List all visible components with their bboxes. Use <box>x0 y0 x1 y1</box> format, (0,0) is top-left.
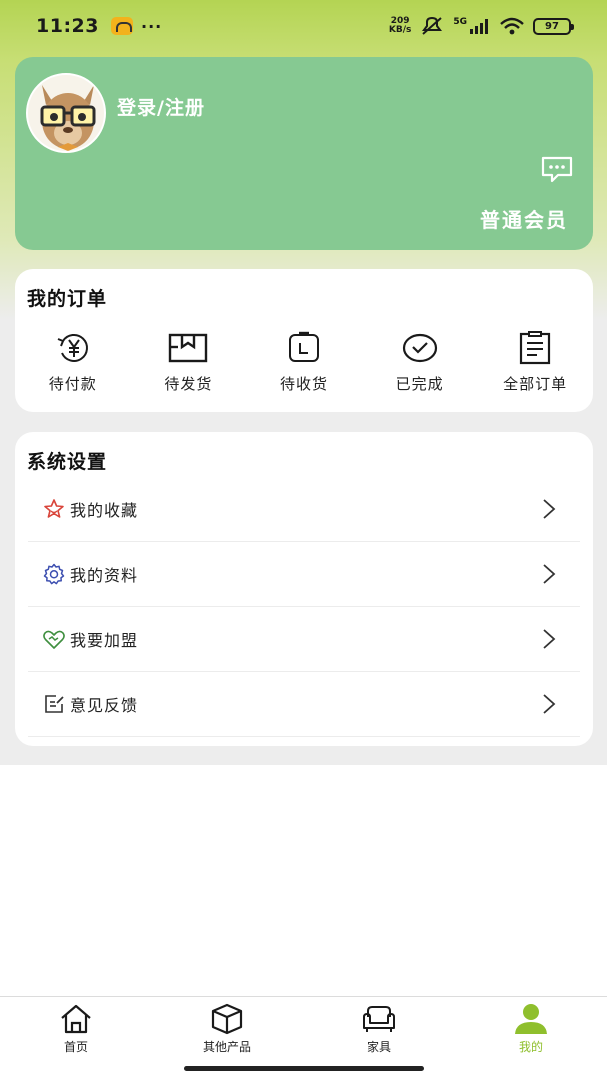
avatar[interactable] <box>26 73 106 153</box>
package-box-icon <box>169 333 208 363</box>
delivery-receive-icon <box>288 331 319 362</box>
order-status-row: 待付款 待发货 待收货 已完成 全部订单 <box>15 331 593 394</box>
handshake-heart-icon <box>43 630 65 649</box>
user-icon <box>515 1004 547 1034</box>
nav-mine-label: 我的 <box>518 1040 543 1054</box>
status-time: 11:23 <box>36 15 99 37</box>
status-indicators: 209 KB/s 5G 97 <box>389 16 574 36</box>
login-register-link[interactable]: 登录/注册 <box>117 93 205 120</box>
order-pending-payment[interactable]: 待付款 <box>15 331 131 394</box>
chevron-right-icon <box>543 629 556 649</box>
setting-profile[interactable]: 我的资料 <box>28 542 580 607</box>
order-all-label: 全部订单 <box>503 375 568 393</box>
wifi-icon <box>500 17 524 35</box>
nav-home-label: 首页 <box>63 1040 88 1054</box>
nav-mine[interactable]: 我的 <box>481 1003 581 1055</box>
gear-icon <box>43 563 65 585</box>
app-notification-icon <box>110 17 133 35</box>
order-completed-label: 已完成 <box>395 375 444 393</box>
chevron-right-icon <box>543 694 556 714</box>
setting-franchise-label: 我要加盟 <box>70 631 139 650</box>
setting-franchise[interactable]: 我要加盟 <box>28 607 580 672</box>
setting-feedback[interactable]: 意见反馈 <box>28 672 580 737</box>
system-settings-title: 系统设置 <box>27 451 108 473</box>
nav-home[interactable]: 首页 <box>26 1003 126 1055</box>
home-indicator[interactable] <box>184 1066 424 1071</box>
status-bar: 11:23 ··· 209 KB/s 5G 97 <box>0 0 607 52</box>
setting-favorites[interactable]: 我的收藏 <box>28 477 580 542</box>
yen-payment-icon <box>57 334 88 362</box>
sofa-icon <box>363 1006 395 1032</box>
chevron-right-icon <box>543 564 556 584</box>
order-pending-shipment[interactable]: 待发货 <box>131 331 247 394</box>
battery-icon: 97 <box>533 17 574 35</box>
nav-other-products-label: 其他产品 <box>202 1040 251 1054</box>
network-type-label: 5G <box>453 17 467 27</box>
setting-feedback-label: 意见反馈 <box>70 696 139 715</box>
nav-furniture-label: 家具 <box>366 1040 391 1054</box>
mute-alarm-icon <box>422 16 443 35</box>
message-icon[interactable] <box>540 155 574 183</box>
order-pending-shipment-label: 待发货 <box>164 375 213 393</box>
order-pending-payment-label: 待付款 <box>48 375 97 393</box>
more-notifications-indicator: ··· <box>140 16 163 36</box>
battery-level: 97 <box>545 20 559 32</box>
network-speed: 209 KB/s <box>389 17 411 35</box>
order-completed[interactable]: 已完成 <box>362 331 478 394</box>
home-icon <box>61 1004 91 1034</box>
chevron-right-icon <box>543 499 556 519</box>
setting-favorites-label: 我的收藏 <box>70 501 139 520</box>
order-pending-receipt-label: 待收货 <box>279 375 328 393</box>
nav-furniture[interactable]: 家具 <box>329 1003 429 1055</box>
star-icon <box>44 499 64 518</box>
my-orders-card: 我的订单 待付款 待发货 待收货 已完成 全部订单 <box>15 269 593 412</box>
network-speed-unit: KB/s <box>388 25 412 35</box>
order-all[interactable]: 全部订单 <box>477 331 593 394</box>
system-settings-card: 系统设置 我的收藏 我的资料 我要加盟 意见反馈 <box>15 432 593 746</box>
profile-card: 登录/注册 普通会员 <box>15 57 593 250</box>
order-pending-receipt[interactable]: 待收货 <box>246 331 362 394</box>
nav-other-products[interactable]: 其他产品 <box>177 1003 277 1055</box>
member-level: 普通会员 <box>480 208 568 232</box>
my-orders-title: 我的订单 <box>27 288 108 310</box>
setting-profile-label: 我的资料 <box>70 566 139 585</box>
cube-icon <box>211 1003 243 1035</box>
check-circle-icon <box>402 333 437 363</box>
order-list-icon <box>520 331 551 365</box>
signal-icon <box>470 19 488 34</box>
owl-mascot-avatar <box>40 85 96 151</box>
feedback-edit-icon <box>45 695 64 713</box>
